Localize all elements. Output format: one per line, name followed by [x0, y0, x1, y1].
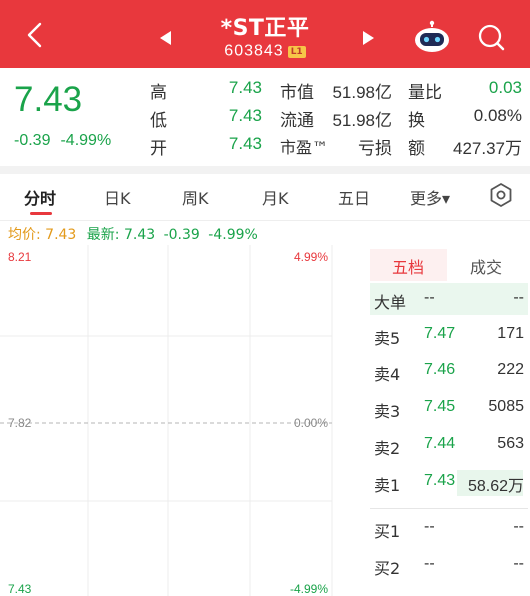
intraday-chart[interactable]: 8.21 7.82 7.43 4.99% 0.00% -4.99%: [0, 245, 362, 596]
latest-change-pct: -4.99%: [208, 227, 258, 243]
tab-intraday[interactable]: 分时: [24, 185, 56, 209]
ask-row: 卖1 7.43 58.62万: [374, 472, 524, 496]
tab-active-indicator: [30, 212, 52, 215]
ask-label: 卖1: [374, 476, 401, 495]
current-price: 7.43: [14, 80, 83, 119]
stat-label-volume-ratio: 量比: [408, 83, 442, 103]
stat-value-open: 7.43: [228, 134, 262, 153]
price-change-pct: -4.99%: [60, 132, 112, 149]
tab-daily-k[interactable]: 日K: [104, 185, 131, 209]
next-arrow-icon[interactable]: [362, 30, 376, 46]
latest-price-label: 最新:: [86, 227, 120, 243]
bid-label: 买1: [374, 522, 401, 541]
ask-volume: 58.62万: [467, 478, 524, 495]
ask-row: 卖2 7.44 563: [374, 435, 524, 459]
bid-price: --: [424, 518, 435, 535]
latest-price-value: 7.43: [123, 227, 156, 243]
stat-label-market-cap: 市值: [280, 83, 314, 103]
top-bar: *ST正平 603843 L1: [0, 0, 530, 68]
y-label-mid-left: 7.82: [8, 416, 32, 430]
big-order-volume: --: [513, 289, 524, 306]
tab-five-day[interactable]: 五日: [338, 185, 370, 209]
chart-svg: 8.21 7.82 7.43 4.99% 0.00% -4.99%: [0, 245, 333, 596]
stat-label-turnover: 换: [408, 111, 425, 131]
tab-more[interactable]: 更多▾: [410, 185, 450, 209]
stat-label-open: 开: [150, 139, 167, 159]
stat-value-volume-ratio: 0.03: [488, 78, 522, 97]
stat-value-low: 7.43: [228, 106, 262, 125]
ask-row: 卖4 7.46 222: [374, 361, 524, 385]
y-label-top-right: 4.99%: [294, 250, 328, 264]
avg-price-label: 均价:: [8, 227, 41, 243]
robot-icon[interactable]: [413, 20, 451, 54]
stat-label-high: 高: [150, 83, 167, 103]
tab-trades[interactable]: 成交: [470, 254, 502, 278]
big-order-price: --: [424, 289, 435, 306]
ask-label: 卖3: [374, 402, 401, 421]
price-change: -0.39: [14, 132, 51, 149]
stat-value-pe: 亏损: [358, 139, 392, 158]
bid-row: 买2 -- --: [374, 555, 524, 579]
stat-label-low: 低: [150, 111, 167, 131]
bid-volume: --: [513, 555, 524, 572]
tab-monthly-k[interactable]: 月K: [262, 185, 289, 209]
big-order-label: 大单: [374, 293, 407, 312]
bid-volume: --: [513, 518, 524, 535]
period-tabs: 分时 日K 周K 月K 五日 更多▾: [0, 174, 530, 220]
ask-price: 7.47: [424, 325, 456, 342]
ask-label: 卖4: [374, 365, 401, 384]
avg-price-value: 7.43: [45, 227, 77, 243]
tab-five-levels[interactable]: 五档: [392, 254, 424, 278]
stat-value-market-cap: 51.98亿: [332, 83, 392, 102]
bid-row: 买1 -- --: [374, 518, 524, 542]
stat-label-float: 流通: [280, 111, 314, 131]
price-info-line: 均价: 7.43 最新: 7.43 -0.39 -4.99%: [8, 224, 258, 244]
ask-price: 7.45: [424, 398, 456, 415]
price-change-row: -0.39 -4.99%: [14, 132, 121, 150]
latest-change: -0.39: [163, 227, 200, 243]
stat-value-float: 51.98亿: [332, 111, 392, 130]
stat-value-amount: 427.37万: [453, 139, 522, 158]
search-icon[interactable]: [476, 22, 506, 52]
y-label-bottom-left: 7.43: [8, 582, 32, 596]
bid-price: --: [424, 555, 435, 572]
stat-label-pe: 市盈™: [280, 138, 329, 157]
ask-bid-divider: [370, 508, 528, 509]
ask-volume: 222: [497, 361, 524, 378]
section-divider: [0, 166, 530, 174]
ask-volume: 5085: [488, 398, 524, 415]
y-label-bottom-right: -4.99%: [290, 582, 328, 596]
ask-price: 7.44: [424, 435, 456, 452]
ask-row: 卖3 7.45 5085: [374, 398, 524, 422]
ask-label: 卖5: [374, 329, 401, 348]
stat-value-high: 7.43: [228, 78, 262, 97]
tab-weekly-k[interactable]: 周K: [182, 185, 209, 209]
stock-code: 603843: [224, 42, 284, 60]
order-book-tabs: 五档 成交: [370, 249, 524, 281]
stat-label-amount: 额: [408, 139, 425, 159]
y-label-top-left: 8.21: [8, 250, 32, 264]
ask-volume: 171: [497, 325, 524, 342]
ask-price: 7.46: [424, 361, 456, 378]
level-badge: L1: [287, 45, 306, 58]
tabs-divider: [0, 220, 530, 221]
bid-label: 买2: [374, 559, 401, 578]
stat-value-turnover: 0.08%: [473, 106, 522, 125]
ask-price: 7.43: [424, 472, 456, 489]
ask-volume: 563: [497, 435, 524, 452]
ask-label: 卖2: [374, 439, 401, 458]
y-label-mid-right: 0.00%: [294, 416, 328, 430]
settings-icon[interactable]: [488, 182, 514, 208]
big-order-row: 大单 -- --: [374, 289, 524, 313]
quote-panel: 7.43 -0.39 -4.99% 高 7.43 低 7.43 开 7.43 市值…: [0, 68, 530, 166]
ask-row: 卖5 7.47 171: [374, 325, 524, 349]
